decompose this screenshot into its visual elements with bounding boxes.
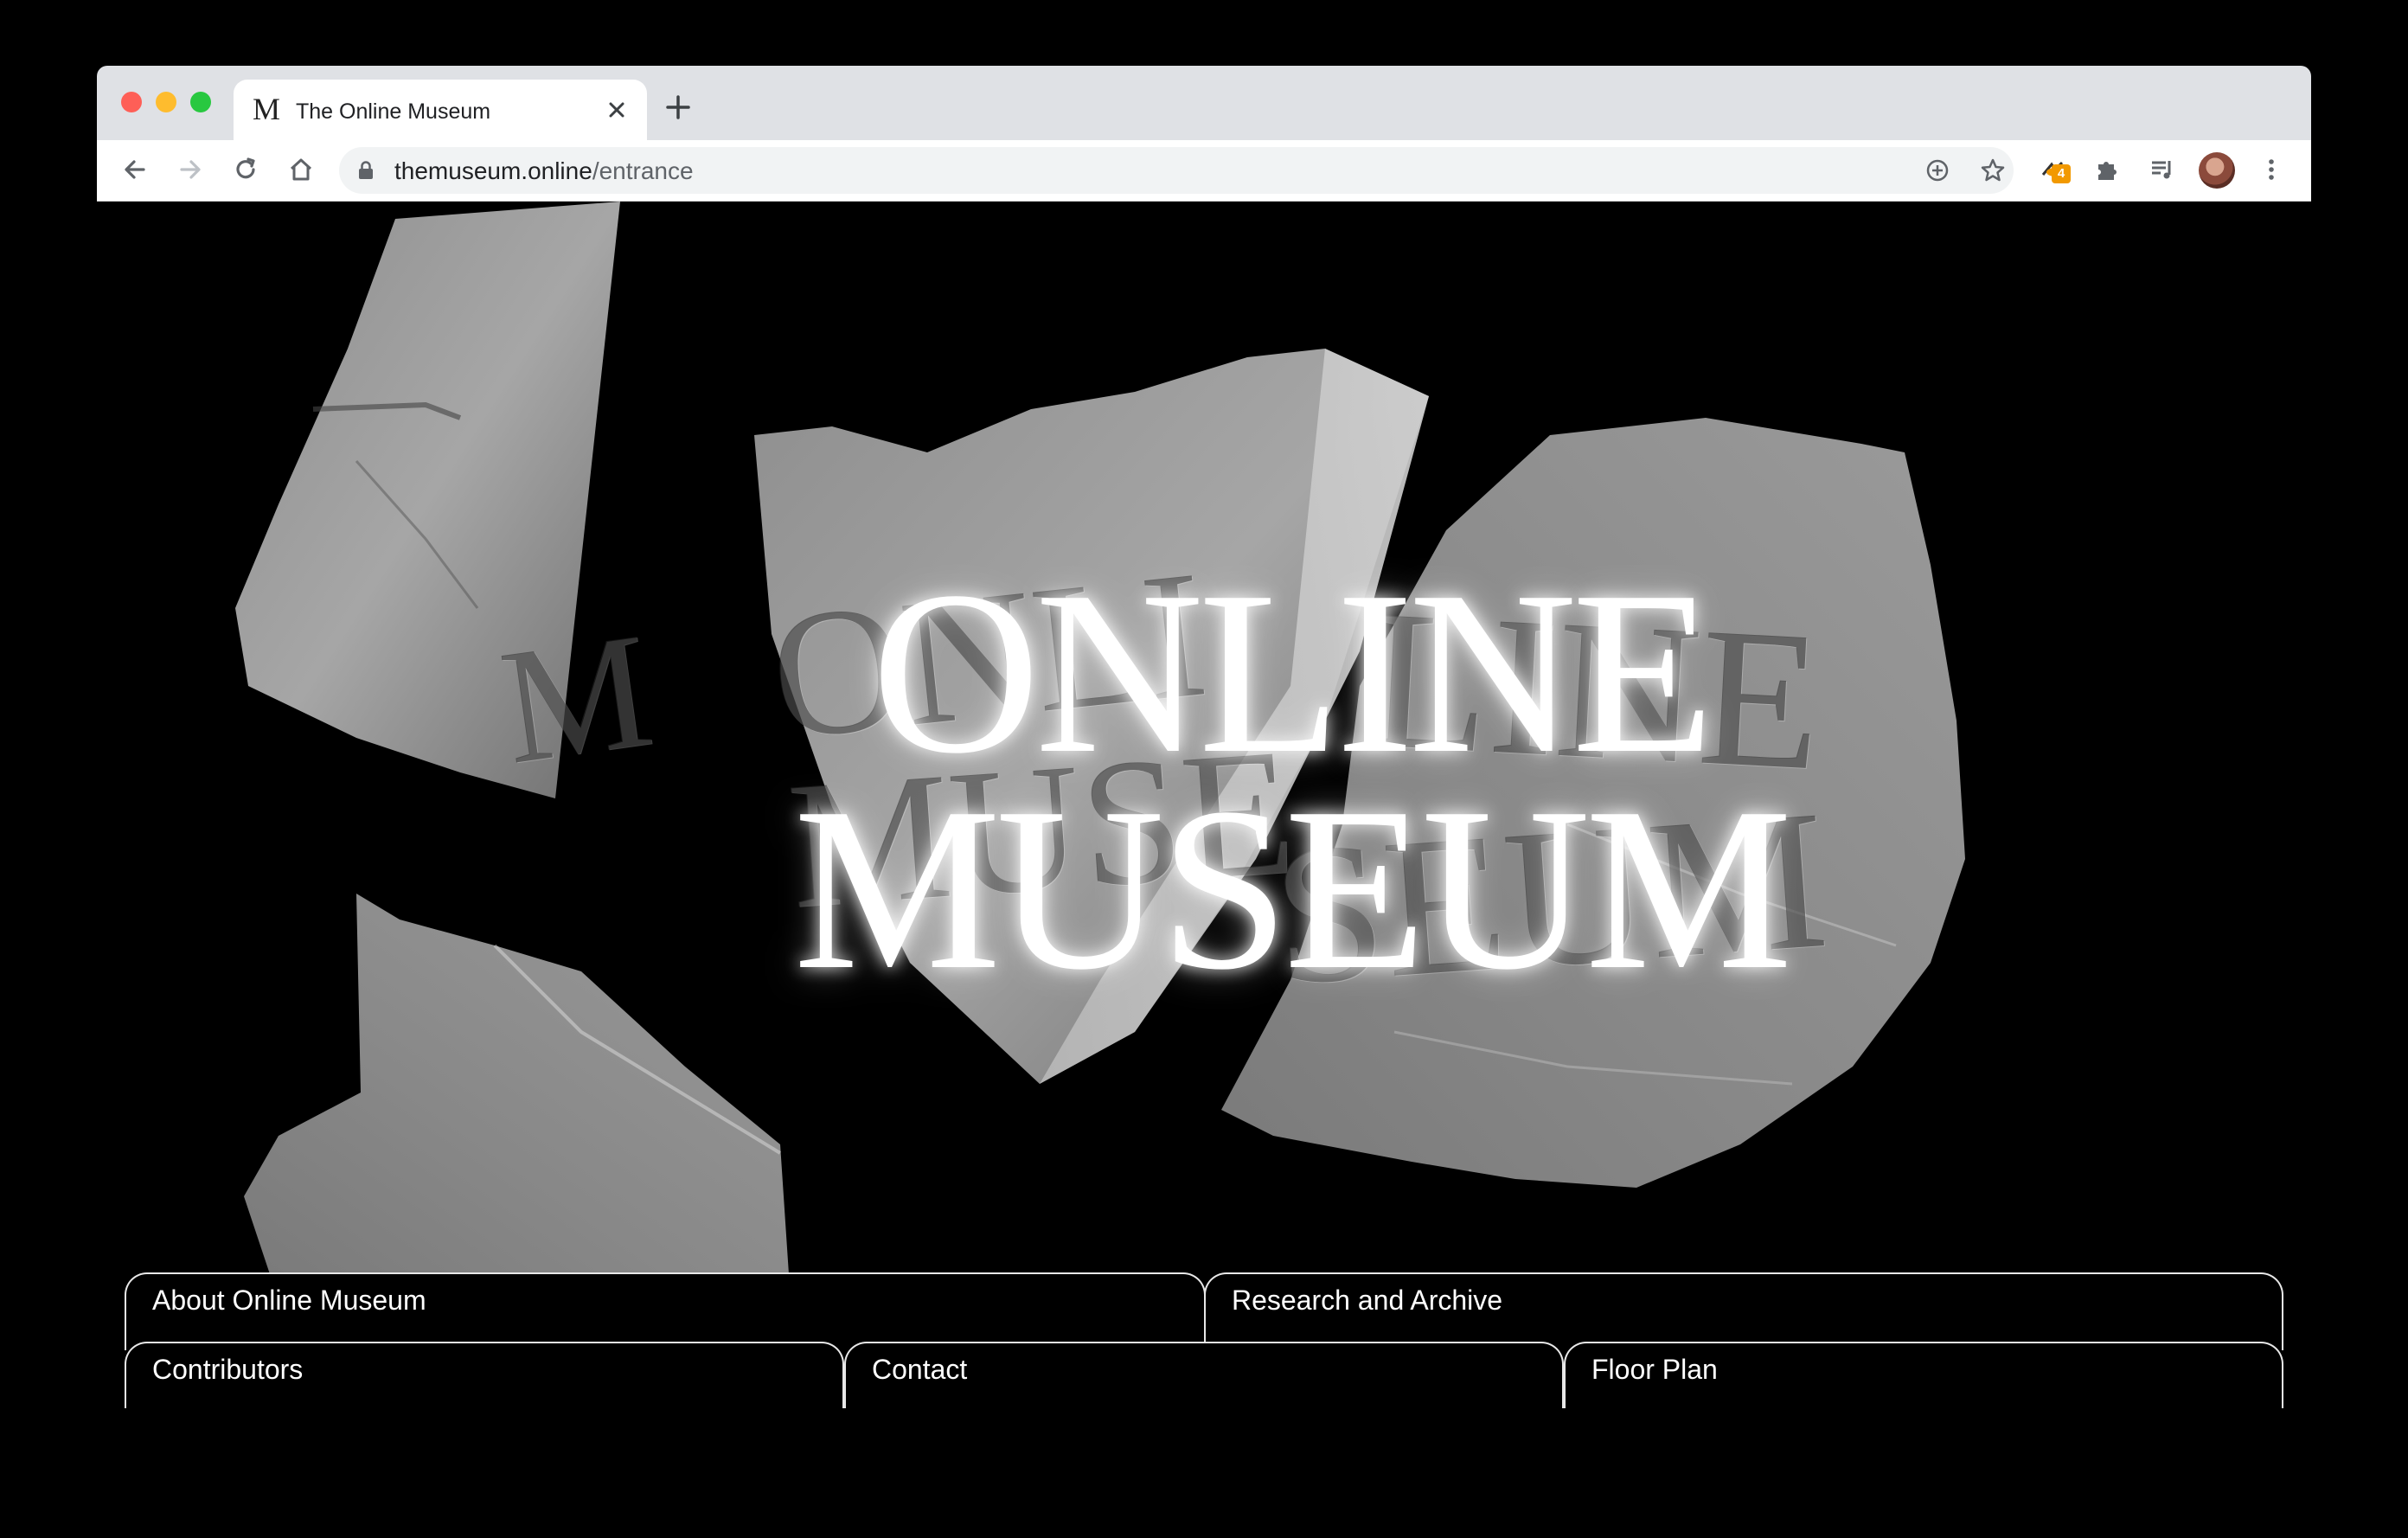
url-text: themuseum.online/entrance: [394, 157, 694, 184]
page-content: ONLI MUSE LINE SEUM M ONLINE MUSEUM Abou…: [97, 202, 2311, 1408]
tab-strip: M The Online Museum: [97, 66, 2311, 140]
tab-favicon: M: [253, 92, 281, 126]
nav-contact-label: Contact: [872, 1354, 968, 1385]
engraved-text-small: M: [491, 599, 662, 799]
stone-fragment-bottom-left: [244, 894, 789, 1274]
extension-badge: 4: [2052, 164, 2071, 183]
close-window-button[interactable]: [121, 92, 142, 112]
nav-floor-plan[interactable]: Floor Plan: [1564, 1342, 2283, 1408]
nav-contributors-label: Contributors: [152, 1354, 304, 1385]
back-icon[interactable]: [119, 154, 150, 185]
hero-scene: ONLI MUSE LINE SEUM M ONLINE MUSEUM: [97, 202, 2311, 1274]
hero-title: ONLINE MUSEUM: [754, 543, 1827, 1018]
profile-avatar[interactable]: [2199, 152, 2235, 189]
nav-floor-plan-label: Floor Plan: [1591, 1354, 1718, 1385]
hero-title-line-2: MUSEUM: [793, 759, 1792, 1018]
menu-icon[interactable]: [2256, 154, 2287, 185]
nav-research[interactable]: Research and Archive: [1204, 1272, 2283, 1350]
nav-about-label: About Online Museum: [152, 1285, 426, 1316]
star-icon[interactable]: [1977, 155, 2008, 186]
nav-contributors[interactable]: Contributors: [125, 1342, 844, 1408]
lock-icon[interactable]: [358, 161, 374, 180]
tab-title: The Online Museum: [296, 99, 491, 124]
nav-about[interactable]: About Online Museum: [125, 1272, 1206, 1350]
nav-research-label: Research and Archive: [1232, 1285, 1503, 1316]
close-tab-icon[interactable]: [602, 95, 631, 125]
reload-icon[interactable]: [230, 154, 261, 185]
address-bar[interactable]: themuseum.online/entrance: [339, 147, 2014, 194]
nav-contact[interactable]: Contact: [844, 1342, 1564, 1408]
minimize-window-button[interactable]: [156, 92, 176, 112]
puzzle-icon[interactable]: [2091, 154, 2123, 185]
home-icon[interactable]: [285, 154, 317, 185]
new-tab-icon[interactable]: [663, 92, 694, 123]
browser-window: M The Online Museum themuseum.online/ent…: [97, 66, 2311, 1408]
zoom-window-button[interactable]: [190, 92, 211, 112]
install-icon[interactable]: [1922, 155, 1953, 186]
hero-title-line-1: ONLINE: [871, 543, 1715, 802]
browser-toolbar: themuseum.online/entrance 4: [97, 140, 2311, 202]
media-icon[interactable]: [2147, 154, 2178, 185]
forward-icon[interactable]: [175, 154, 206, 185]
browser-tab[interactable]: M The Online Museum: [234, 80, 647, 140]
